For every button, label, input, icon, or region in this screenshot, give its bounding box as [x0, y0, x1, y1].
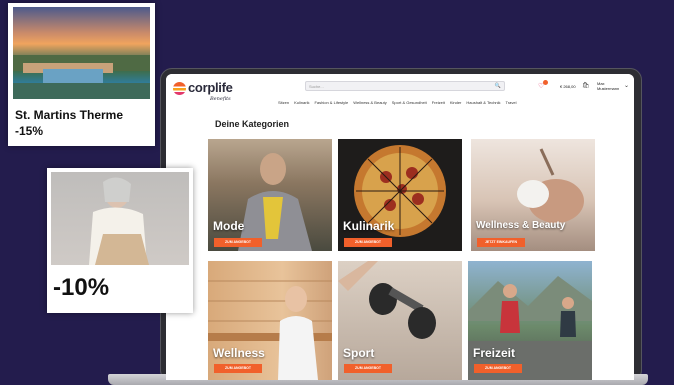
nav-item-sitzen[interactable]: Sitzen [278, 100, 289, 105]
card-shop-button[interactable]: JETZT EINKAUFEN [477, 238, 525, 247]
card-offer-button[interactable]: ZUM ANGEBOT [214, 238, 262, 247]
cart-icon[interactable]: 🛍 [582, 82, 590, 89]
category-card-mode[interactable]: Mode ZUM ANGEBOT [208, 139, 332, 251]
main-nav: Sitzen Kulinarik Fashion & Lifestyle Wel… [278, 100, 517, 105]
card-offer-button[interactable]: ZUM ANGEBOT [214, 364, 262, 373]
balance: € 268,00 [560, 84, 576, 89]
site-header: corplife Benefits Suche... 🔍 ♡ € 268,00 … [166, 74, 634, 112]
notification-badge [543, 80, 548, 85]
card-label: Sport [343, 346, 375, 360]
card-label: Wellness [213, 346, 265, 360]
nav-item-kulinarik[interactable]: Kulinarik [294, 100, 309, 105]
nav-item-sport[interactable]: Sport & Gesundheit [392, 100, 427, 105]
pizza-photo [354, 145, 446, 237]
nav-item-haushalt[interactable]: Haushalt & Technik [466, 100, 500, 105]
logo-text: corplife [188, 80, 233, 95]
user-name[interactable]: Max Mustermann [597, 81, 627, 91]
card-label: Kulinarik [343, 219, 395, 233]
category-card-wellness[interactable]: Wellness ZUM ANGEBOT [208, 261, 332, 380]
nav-item-freizeit[interactable]: Freizeit [432, 100, 445, 105]
resort-photo [13, 7, 150, 99]
logo-subtitle: Benefits [210, 96, 231, 102]
model-photo [51, 172, 189, 265]
promo-discount: -10% [53, 274, 110, 301]
card-offer-button[interactable]: ZUM ANGEBOT [344, 238, 392, 247]
card-label: Freizeit [473, 346, 516, 360]
category-card-sport[interactable]: Sport ZUM ANGEBOT [338, 261, 462, 380]
promo-card-fashion[interactable]: -10% [47, 168, 193, 313]
laptop-screen: corplife Benefits Suche... 🔍 ♡ € 268,00 … [166, 74, 634, 380]
search-input[interactable]: Suche... 🔍 [305, 81, 505, 91]
category-card-freizeit[interactable]: Freizeit ZUM ANGEBOT [468, 261, 592, 380]
search-placeholder: Suche... [309, 84, 324, 89]
card-offer-button[interactable]: ZUM ANGEBOT [474, 364, 522, 373]
hikers-photo [468, 276, 592, 380]
logo-mark-icon [173, 82, 186, 95]
chevron-down-icon[interactable]: ⌄ [624, 82, 629, 89]
nav-item-travel[interactable]: Travel [506, 100, 517, 105]
card-offer-button[interactable]: ZUM ANGEBOT [344, 364, 392, 373]
card-label: Wellness & Beauty [476, 220, 566, 231]
sauna-photo [208, 280, 332, 380]
search-icon[interactable]: 🔍 [495, 83, 501, 89]
nav-item-fashion[interactable]: Fashion & Lifestyle [314, 100, 348, 105]
fashion-photo [238, 153, 312, 251]
facial-treatment-photo [517, 148, 584, 223]
category-card-kulinarik[interactable]: Kulinarik ZUM ANGEBOT [338, 139, 462, 251]
nav-item-wellness[interactable]: Wellness & Beauty [353, 100, 387, 105]
category-card-wellness-beauty[interactable]: Wellness & Beauty JETZT EINKAUFEN [471, 139, 595, 251]
page-title: Deine Kategorien [215, 119, 290, 129]
promo-discount: -15% [15, 124, 44, 138]
card-label: Mode [213, 219, 245, 233]
dumbbell-photo [338, 261, 436, 339]
nav-item-kinder[interactable]: Kinder [450, 100, 462, 105]
promo-title: St. Martins Therme [15, 108, 124, 122]
promo-card-therme[interactable]: St. Martins Therme -15% [8, 3, 155, 146]
